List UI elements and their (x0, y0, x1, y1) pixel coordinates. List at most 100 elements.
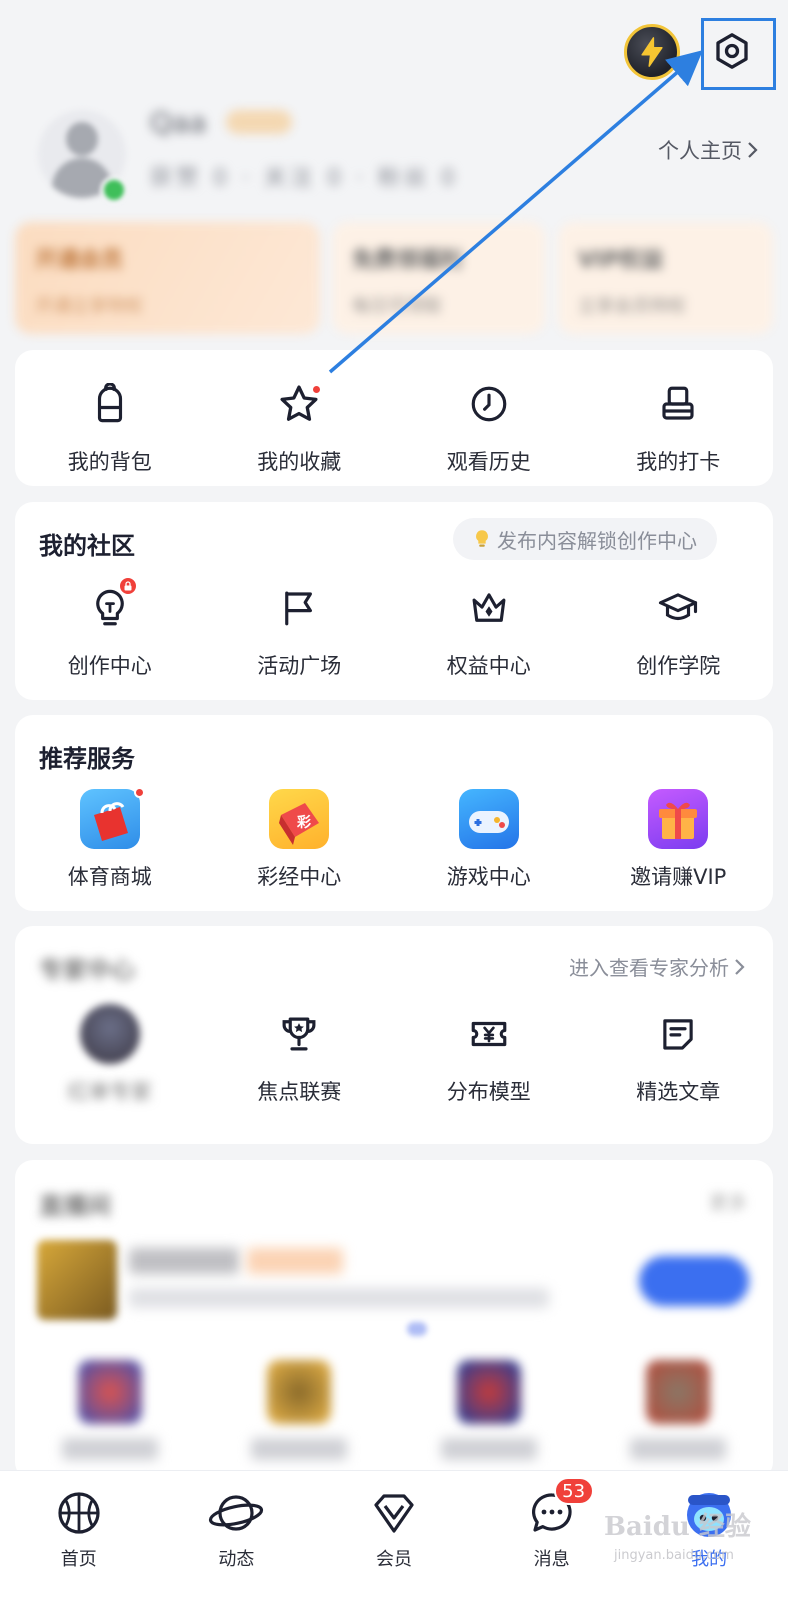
promo-sub: 立享会员特权 (578, 296, 686, 317)
shopping-bag-icon (79, 789, 140, 849)
service-item-invite-vip[interactable]: 邀请赚VIP (584, 787, 774, 891)
live-room-tag (247, 1248, 343, 1274)
tab-membership[interactable]: 会员 (315, 1471, 473, 1600)
community-item-label: 权益中心 (446, 654, 531, 678)
community-title: 我的社区 (39, 532, 135, 560)
channel-label (630, 1438, 727, 1460)
live-more-link[interactable]: 更多 (709, 1188, 747, 1215)
community-item-creator-center[interactable]: 创作中心 (15, 576, 205, 680)
promo-title: 免费领福利 (352, 248, 463, 273)
expert-item-label: 分布模型 (446, 1080, 531, 1104)
user-level-badge (226, 110, 292, 134)
carousel-indicator (407, 1322, 427, 1336)
tab-label: 动态 (218, 1549, 255, 1570)
lightning-bolt-icon (641, 37, 663, 67)
live-card: 直播间 更多 (15, 1160, 773, 1480)
live-room-desc (129, 1288, 549, 1308)
service-item-label: 游戏中心 (446, 865, 531, 889)
tab-home[interactable]: 首页 (0, 1471, 158, 1600)
expert-link-label: 进入查看专家分析 (569, 956, 729, 980)
tab-label: 消息 (533, 1549, 570, 1570)
svg-text:彩: 彩 (296, 814, 311, 831)
services-card: 推荐服务 体育商城 彩 彩经中心 游戏中心 邀请赚VIP (15, 715, 773, 911)
service-item-label: 邀请赚VIP (630, 865, 727, 889)
tab-label: 会员 (375, 1549, 412, 1570)
service-item-lottery-center[interactable]: 彩 彩经中心 (205, 787, 395, 891)
settings-highlight-box (701, 18, 776, 90)
checkin-icon (662, 386, 694, 420)
watermark-url: jingyan.baidu.com (614, 1548, 734, 1563)
energy-bolt-button[interactable] (624, 24, 680, 80)
community-item-rights-center[interactable]: 权益中心 (394, 576, 584, 680)
live-channel-item[interactable] (15, 1360, 205, 1460)
community-item-label: 创作中心 (67, 654, 152, 678)
community-hint[interactable]: 发布内容解锁创作中心 (453, 518, 717, 560)
quick-item-label: 观看历史 (446, 450, 531, 474)
quick-item-label: 我的打卡 (636, 450, 721, 474)
community-item-creator-academy[interactable]: 创作学院 (584, 576, 774, 680)
expert-item-focus-league[interactable]: 焦点联赛 (205, 1002, 395, 1106)
quick-item-checkin[interactable]: 我的打卡 (584, 372, 774, 476)
promo-sub: 开通立享特权 (35, 296, 143, 317)
live-room-name (129, 1248, 239, 1274)
watermark-logo: Baidu 经验 (604, 1512, 751, 1542)
service-item-label: 彩经中心 (257, 865, 342, 889)
profile-header: Qaa 获赞 0 · 关注 0 · 粉丝 0 个人主页 (0, 0, 788, 215)
promo-sub: 每日可领取 (352, 296, 442, 317)
lock-icon (124, 581, 132, 591)
expert-item-label: 精选文章 (636, 1080, 721, 1104)
chevron-right-icon (735, 958, 745, 975)
message-count-badge: 53 (553, 1477, 594, 1505)
online-status-dot (100, 176, 128, 204)
graduation-cap-icon (659, 593, 698, 621)
expert-item-red-expert[interactable]: 红单专家 (15, 1002, 205, 1106)
backpack-icon (97, 383, 122, 423)
community-card: 我的社区 发布内容解锁创作中心 创作中心 活动广场 权益中心 创作学院 (15, 502, 773, 700)
flag-icon (285, 591, 313, 626)
quick-actions-card: 我的背包 我的收藏 观看历史 我的打卡 (15, 350, 773, 486)
live-channel-item[interactable] (205, 1360, 395, 1460)
trophy-icon (282, 1017, 316, 1051)
expert-card: 专家中心 进入查看专家分析 红单专家 焦点联赛 分布模型 精选文章 (15, 926, 773, 1144)
profile-home-label: 个人主页 (658, 139, 742, 163)
service-item-sports-mall[interactable]: 体育商城 (15, 787, 205, 891)
profile-home-link[interactable]: 个人主页 (658, 135, 760, 165)
community-item-label: 创作学院 (636, 654, 721, 678)
live-title: 直播间 (39, 1192, 111, 1220)
gamepad-icon (458, 789, 519, 849)
crown-icon (472, 593, 506, 622)
planet-icon (209, 1495, 264, 1531)
service-item-label: 体育商城 (67, 865, 152, 889)
live-channel-row (15, 1360, 773, 1460)
user-name: Qaa (150, 106, 207, 139)
community-item-label: 活动广场 (257, 654, 342, 678)
tab-feed[interactable]: 动态 (158, 1471, 316, 1600)
article-icon (663, 1019, 693, 1050)
live-channel-item[interactable] (394, 1360, 584, 1460)
promo-card-vip[interactable]: VIP权益 立享会员特权 (558, 222, 773, 334)
promo-card-membership[interactable]: 开通会员 开通立享特权 (15, 222, 320, 334)
channel-thumbnail (456, 1360, 521, 1424)
clock-icon (471, 386, 507, 422)
services-title: 推荐服务 (39, 745, 135, 773)
community-item-activity-square[interactable]: 活动广场 (205, 576, 395, 680)
promo-card-free[interactable]: 免费领福利 每日可领取 (332, 222, 545, 334)
quick-item-label: 我的收藏 (257, 450, 342, 474)
service-item-game-center[interactable]: 游戏中心 (394, 787, 584, 891)
channel-label (440, 1438, 537, 1460)
user-stats: 获赞 0 · 关注 0 · 粉丝 0 (150, 166, 459, 191)
live-thumbnail[interactable] (37, 1240, 117, 1320)
quick-item-favorites[interactable]: 我的收藏 (205, 372, 395, 476)
expert-item-distribution-model[interactable]: 分布模型 (394, 1002, 584, 1106)
quick-item-backpack[interactable]: 我的背包 (15, 372, 205, 476)
channel-thumbnail (77, 1360, 142, 1424)
gift-icon (648, 789, 709, 849)
expert-analysis-link[interactable]: 进入查看专家分析 (569, 952, 747, 981)
live-channel-item[interactable] (584, 1360, 774, 1460)
quick-item-history[interactable]: 观看历史 (394, 372, 584, 476)
channel-thumbnail (267, 1360, 332, 1424)
expert-item-selected-articles[interactable]: 精选文章 (584, 1002, 774, 1106)
basketball-icon (58, 1492, 100, 1534)
live-enter-button[interactable] (639, 1256, 749, 1306)
expert-item-label: 焦点联赛 (257, 1080, 342, 1104)
